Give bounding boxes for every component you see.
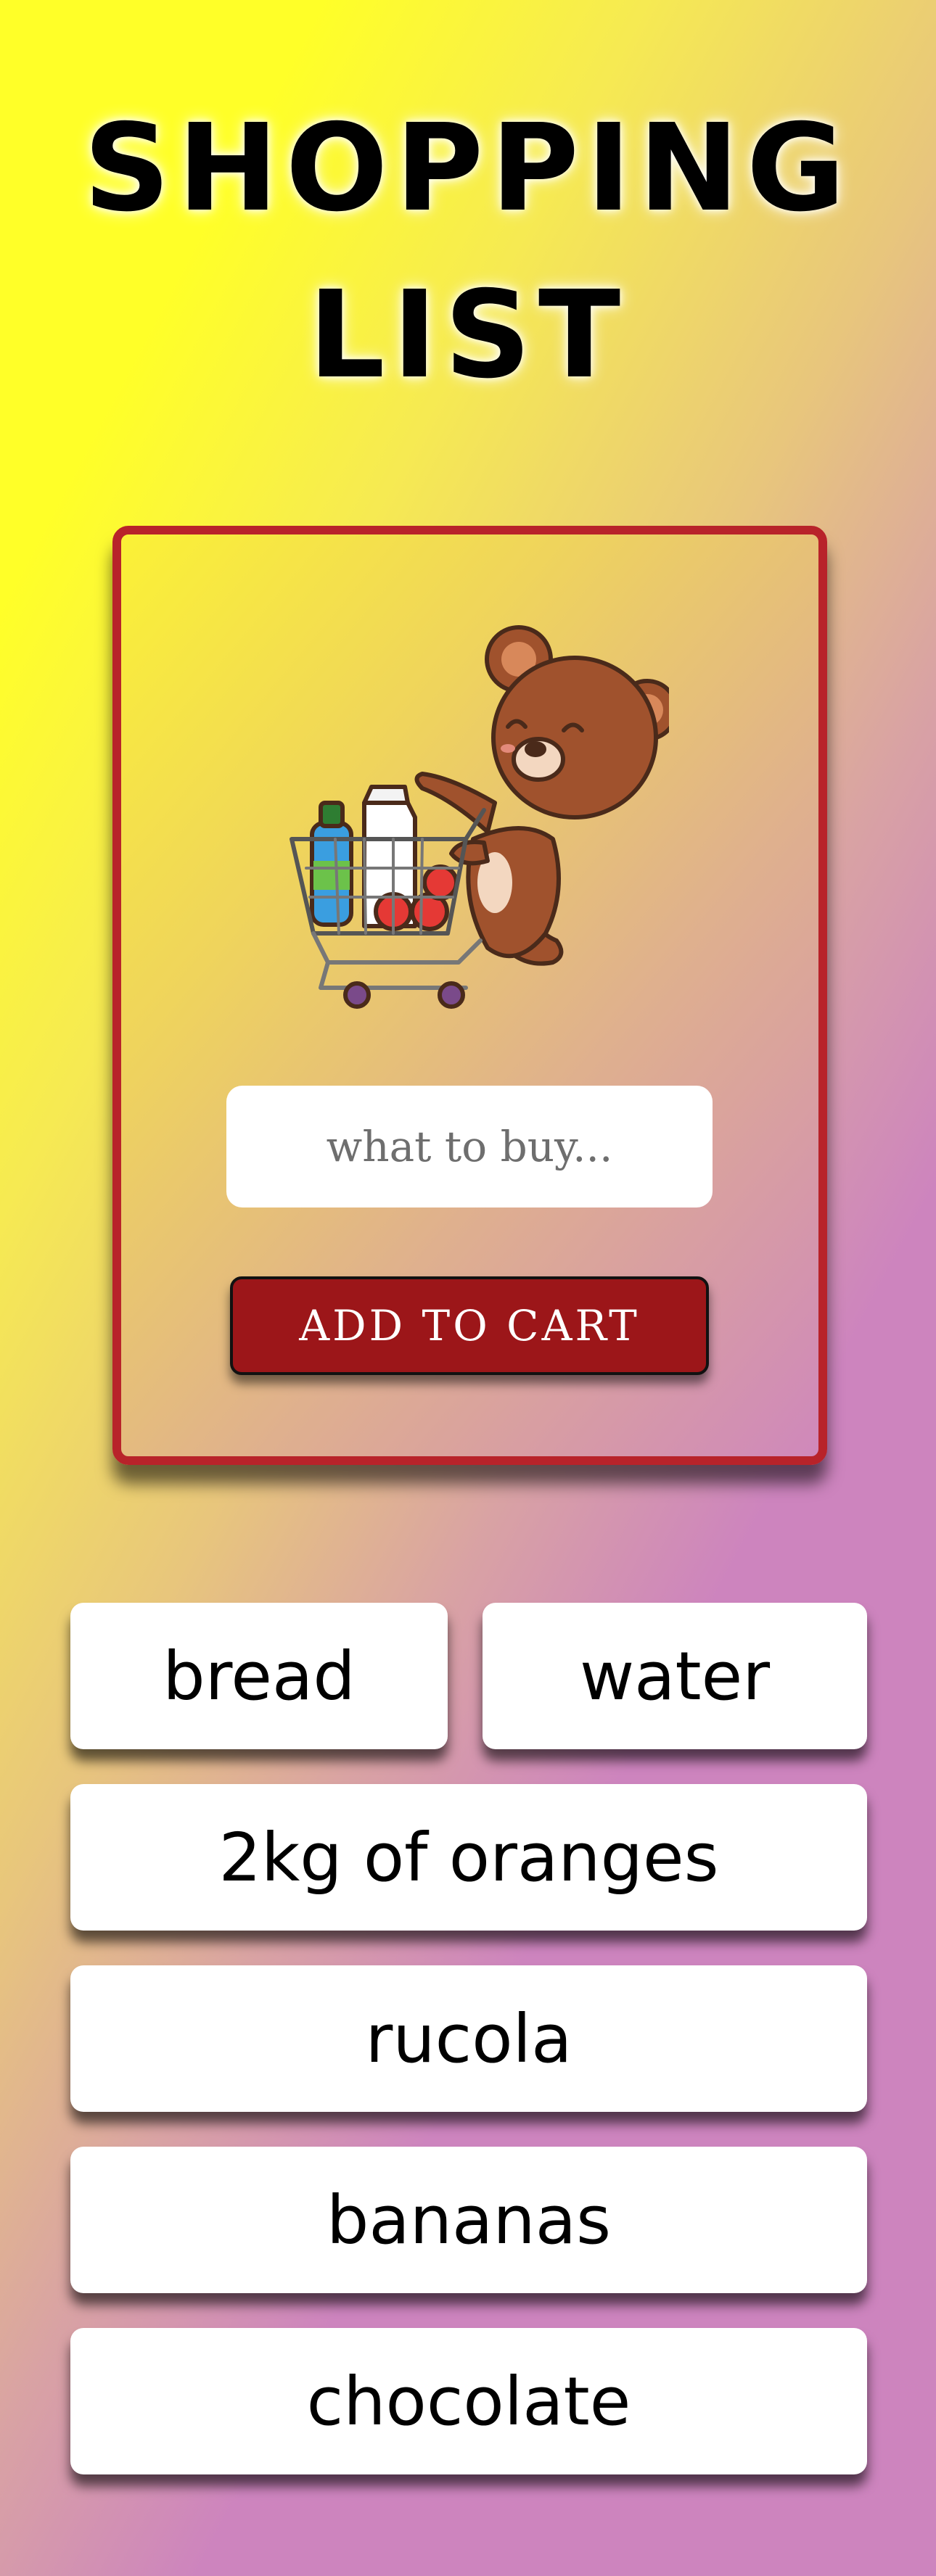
- list-item-water[interactable]: water: [483, 1603, 867, 1749]
- list-item-bread[interactable]: bread: [70, 1603, 448, 1749]
- item-input[interactable]: [226, 1086, 713, 1208]
- page-title: SHOPPING LIST: [0, 86, 936, 419]
- add-item-card: ADD TO CART: [112, 526, 827, 1465]
- page-title-line-2: LIST: [308, 265, 628, 405]
- list-item-bananas[interactable]: bananas: [70, 2147, 867, 2293]
- list-item-oranges[interactable]: 2kg of oranges: [70, 1784, 867, 1931]
- add-to-cart-button[interactable]: ADD TO CART: [230, 1276, 709, 1375]
- list-item-chocolate[interactable]: chocolate: [70, 2328, 867, 2474]
- bear-shopping-cart-icon: [290, 625, 669, 1009]
- list-item-rucola[interactable]: rucola: [70, 1965, 867, 2112]
- page-title-line-1: SHOPPING: [83, 99, 853, 239]
